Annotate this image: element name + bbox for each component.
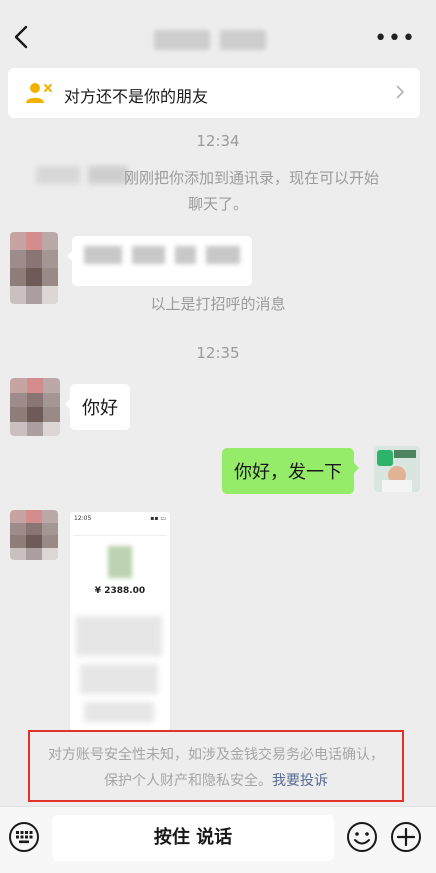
warning-line1: 对方账号安全性未知，如涉及金钱交易务必电话确认， [48, 747, 384, 763]
keyboard-icon[interactable] [8, 821, 40, 853]
report-link[interactable]: 我要投诉 [272, 773, 328, 789]
input-bar: 按住 说话 [0, 806, 436, 873]
contact-name-blurred [154, 30, 274, 52]
image-message[interactable]: 12:05 ▪▪ ▭ ¥ 2388.00 [70, 512, 170, 730]
self-avatar[interactable] [374, 446, 420, 492]
blurred-text [84, 246, 240, 264]
user-x-icon [26, 83, 52, 103]
message-bubble[interactable]: 你好 [65, 384, 130, 430]
screenshot-header [73, 525, 167, 536]
payment-amount: ¥ 2388.00 [94, 586, 146, 596]
self-message-bubble[interactable]: 你好，发一下 [222, 448, 359, 494]
screenshot-time: 12:05 [74, 515, 92, 522]
timestamp: 12:34 [196, 132, 240, 150]
safety-warning: 对方账号安全性未知，如涉及金钱交易务必电话确认， 保护个人财产和隐私安全。我要投… [28, 730, 404, 802]
chevron-right-icon [396, 85, 405, 99]
blurred-region [84, 702, 154, 722]
blurred-region [80, 664, 158, 694]
not-friend-text: 对方还不是你的朋友 [64, 87, 209, 106]
blurred-region [76, 616, 162, 656]
signal-icon: ▪▪ ▭ [150, 515, 166, 522]
avatar[interactable] [10, 378, 60, 436]
plus-circle-icon[interactable] [390, 821, 422, 853]
emoji-icon[interactable] [346, 821, 378, 853]
more-icon[interactable]: ••• [374, 26, 416, 51]
greeting-bubble-blurred[interactable] [67, 236, 252, 286]
screenshot-blurred-icon [108, 546, 132, 578]
warning-line2: 保护个人财产和隐私安全。 [104, 773, 272, 789]
top-bar: ••• [0, 0, 436, 70]
timestamp: 12:35 [196, 344, 240, 362]
avatar[interactable] [10, 510, 58, 560]
greeting-note: 以上是打招呼的消息 [150, 295, 286, 313]
chevron-left-icon[interactable] [10, 24, 34, 50]
system-added-line1: 刚刚把你添加到通讯录，现在可以开始 [124, 169, 380, 187]
screenshot-status-bar: 12:05 ▪▪ ▭ [70, 512, 170, 525]
hold-to-talk-button[interactable]: 按住 说话 [52, 815, 334, 861]
not-friend-banner[interactable]: 对方还不是你的朋友 [8, 68, 420, 118]
system-blurred-name [36, 166, 128, 184]
system-added-line2: 聊天了。 [187, 195, 248, 213]
